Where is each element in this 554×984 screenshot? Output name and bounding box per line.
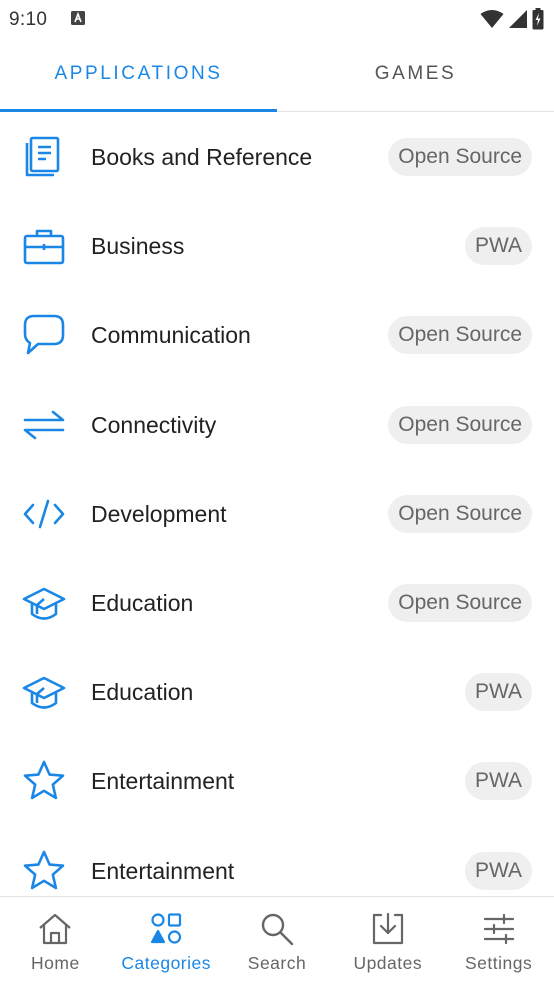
graduation-cap-icon xyxy=(22,676,66,709)
nav-search[interactable]: Search xyxy=(222,897,333,984)
status-bar: 9:10 xyxy=(0,0,554,38)
category-tabs: APPLICATIONS GAMES xyxy=(0,38,554,112)
nav-search-label: Search xyxy=(247,953,307,973)
categories-icon xyxy=(151,913,182,944)
code-icon xyxy=(23,499,65,529)
cell-signal-icon xyxy=(509,10,527,28)
briefcase-icon xyxy=(23,229,65,265)
category-chip: Open Source xyxy=(388,138,532,176)
list-item[interactable]: Business PWA xyxy=(0,202,554,291)
nav-home-label: Home xyxy=(31,953,80,973)
nav-settings[interactable]: Settings xyxy=(443,897,554,984)
star-icon xyxy=(23,850,65,889)
list-item[interactable]: Entertainment PWA xyxy=(0,827,554,897)
list-item[interactable]: Connectivity Open Source xyxy=(0,381,554,470)
list-item[interactable]: Communication Open Source xyxy=(0,291,554,380)
category-chip: Open Source xyxy=(388,583,532,622)
category-label: Education xyxy=(91,679,194,706)
category-chip: PWA xyxy=(464,762,532,801)
chat-bubble-icon xyxy=(23,315,65,355)
book-icon xyxy=(25,136,60,177)
category-label: Entertainment xyxy=(91,857,235,884)
category-label: Business xyxy=(91,233,185,260)
category-list: Books and Reference Open Source Business… xyxy=(0,113,554,896)
star-icon xyxy=(23,761,65,800)
download-tray-icon xyxy=(372,912,403,945)
search-icon xyxy=(261,913,294,946)
list-item[interactable]: Education PWA xyxy=(0,648,554,737)
status-icons xyxy=(480,8,544,30)
list-item[interactable]: Education Open Source xyxy=(0,559,554,648)
nav-categories[interactable]: Categories xyxy=(111,897,222,984)
nav-updates-label: Updates xyxy=(353,953,423,973)
category-label: Education xyxy=(91,589,194,616)
nav-updates[interactable]: Updates xyxy=(332,897,443,984)
category-label: Development xyxy=(91,500,227,527)
category-label: Books and Reference xyxy=(91,144,313,170)
tab-games[interactable]: GAMES xyxy=(277,38,554,110)
status-time: 9:10 xyxy=(9,9,48,30)
nav-home[interactable]: Home xyxy=(0,897,111,984)
bottom-navigation: Home Categories Search Updates Settings xyxy=(0,896,554,984)
sliders-icon xyxy=(483,913,514,945)
list-item[interactable]: Entertainment PWA xyxy=(0,737,554,826)
swap-arrows-icon xyxy=(23,410,65,439)
nav-settings-label: Settings xyxy=(464,953,533,973)
battery-icon xyxy=(532,8,544,30)
category-label: Communication xyxy=(91,322,251,349)
category-chip: Open Source xyxy=(388,405,532,444)
home-icon xyxy=(39,913,72,945)
list-item[interactable]: Development Open Source xyxy=(0,470,554,559)
graduation-cap-icon xyxy=(22,587,66,620)
category-chip: PWA xyxy=(464,673,532,712)
category-chip: Open Source xyxy=(388,494,532,533)
list-item[interactable]: Books and Reference Open Source xyxy=(0,113,554,202)
notification-icon xyxy=(71,11,85,25)
category-chip: PWA xyxy=(464,227,532,266)
tab-applications[interactable]: APPLICATIONS xyxy=(0,38,277,110)
category-chip: PWA xyxy=(464,851,532,890)
tab-indicator xyxy=(0,109,277,112)
category-label: Entertainment xyxy=(91,768,235,795)
category-chip: Open Source xyxy=(388,316,532,355)
wifi-icon xyxy=(480,10,504,28)
nav-categories-label: Categories xyxy=(121,953,212,973)
category-label: Connectivity xyxy=(91,411,217,438)
